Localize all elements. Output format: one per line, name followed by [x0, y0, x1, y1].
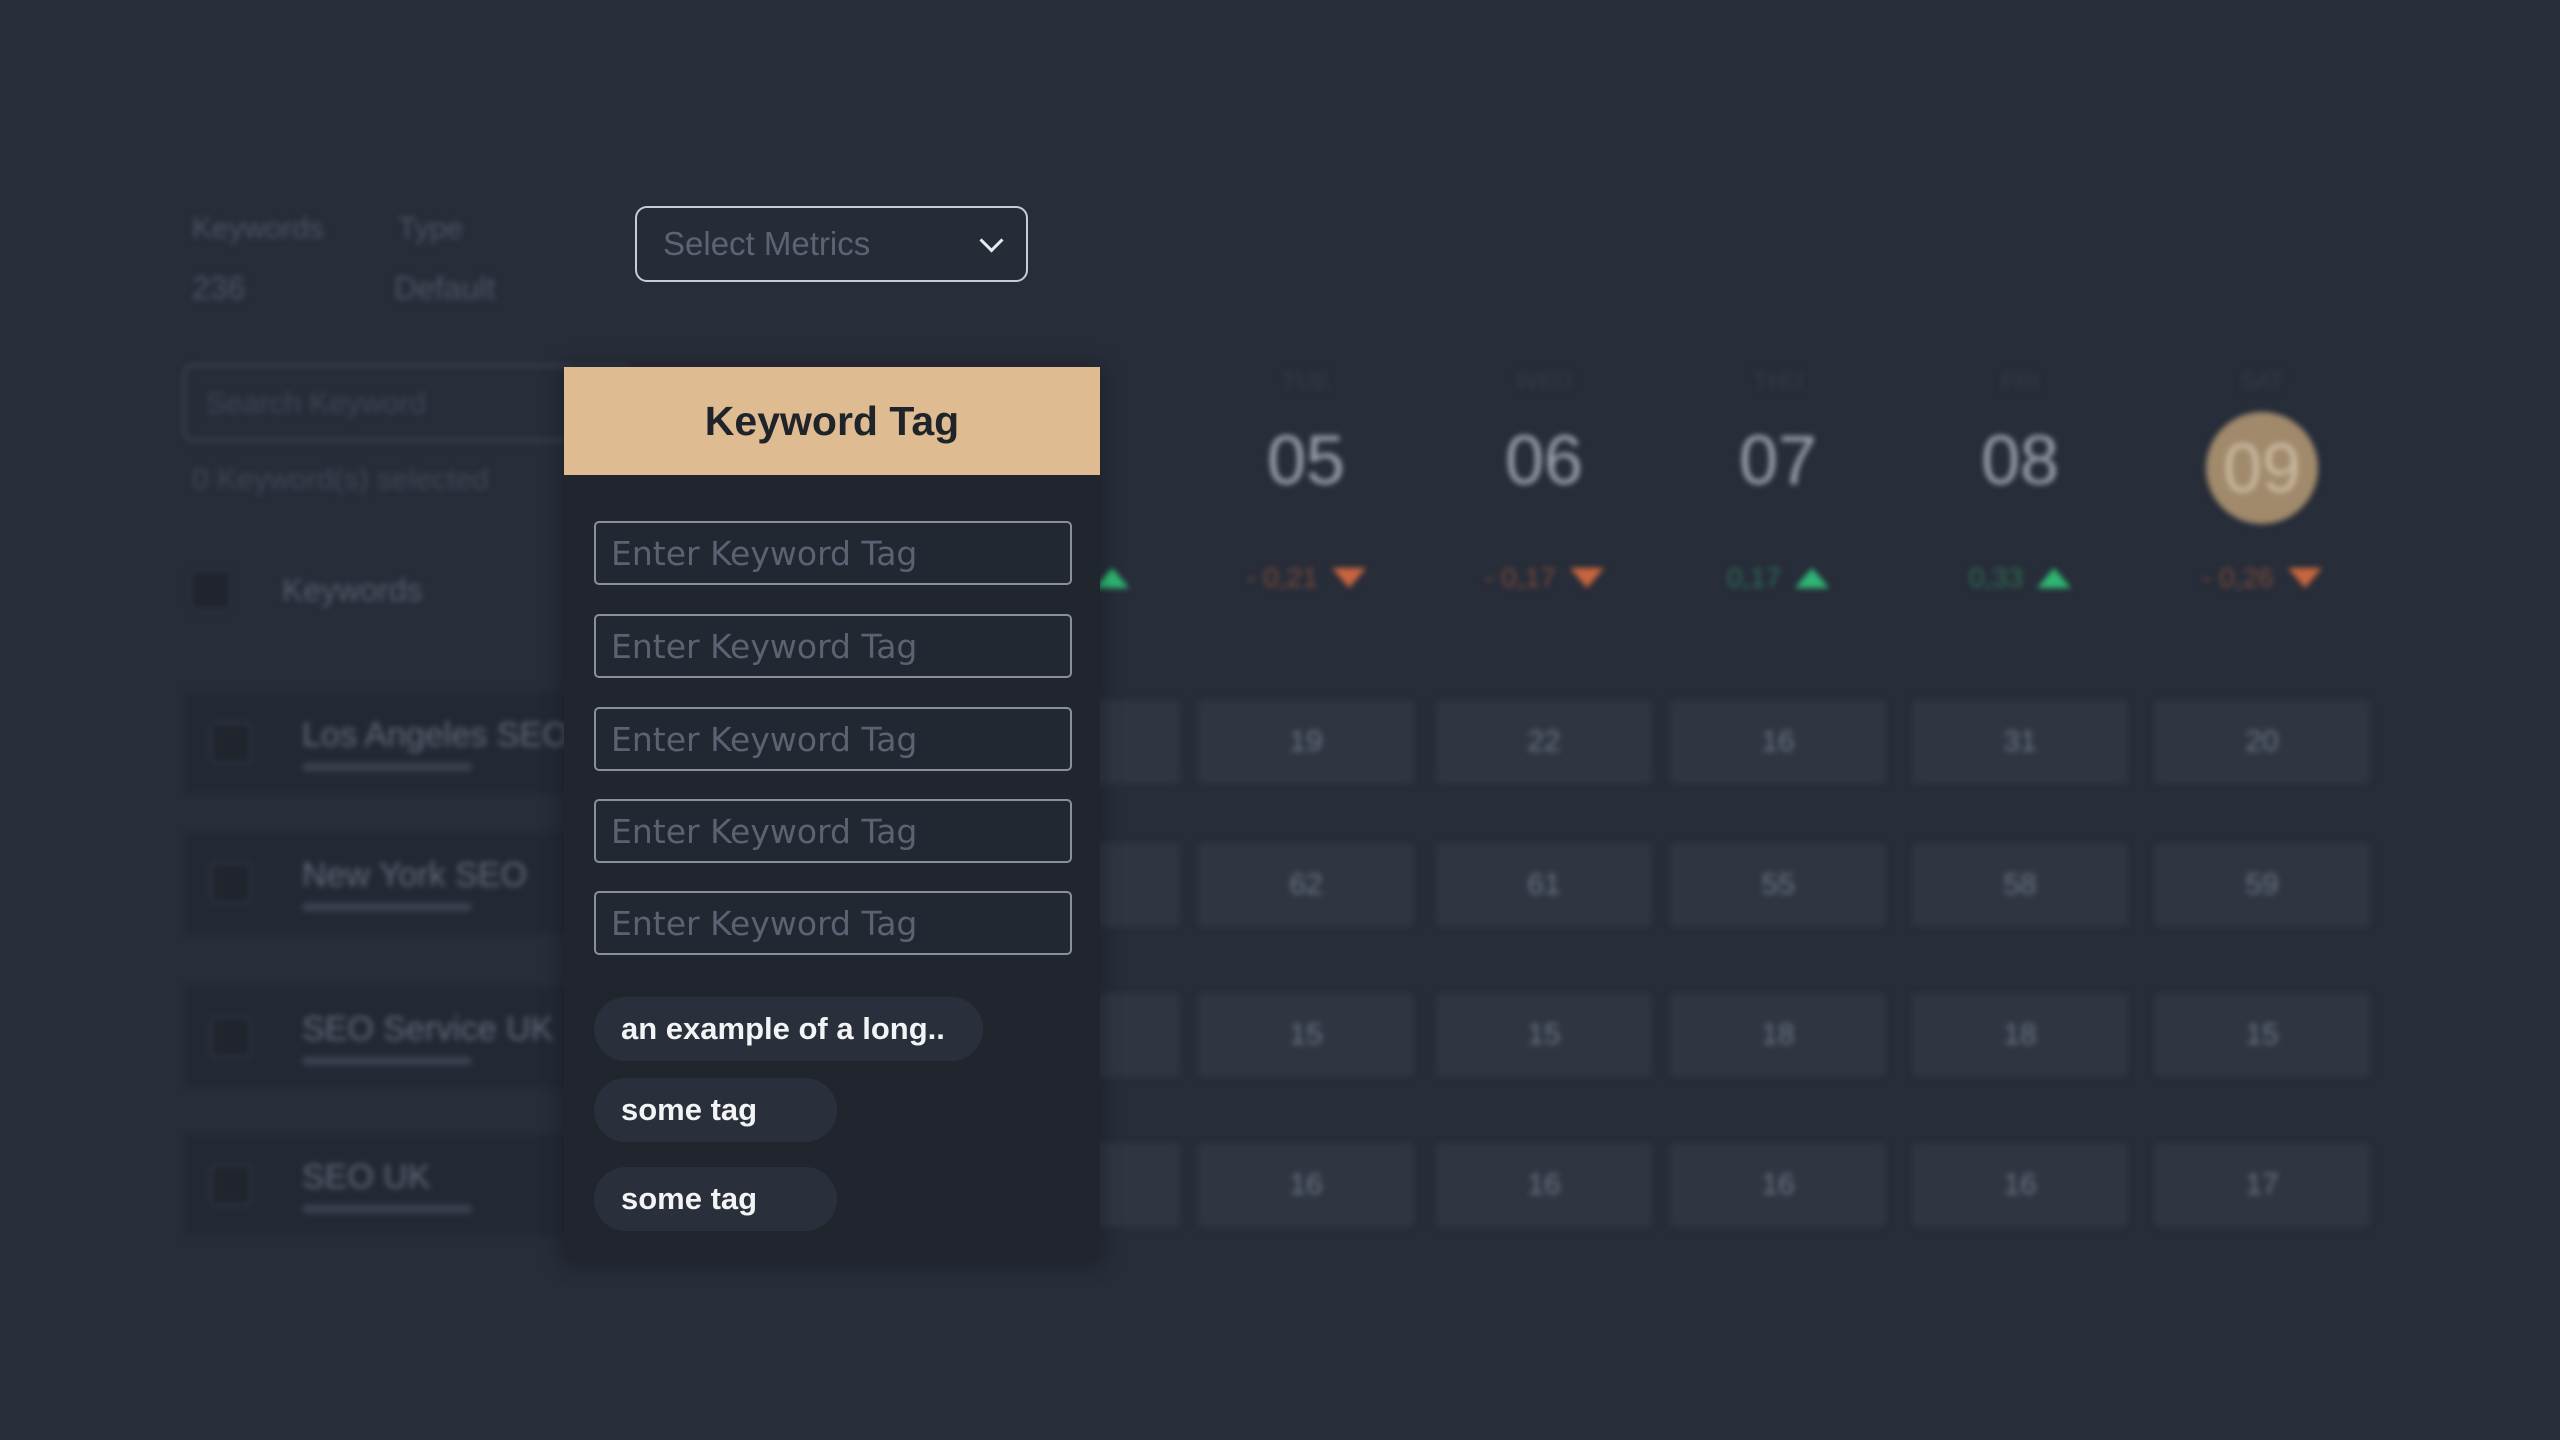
- tag-chip-label: an example of a long..: [621, 1011, 945, 1046]
- day-name: TUE: [1282, 368, 1330, 395]
- keyword-row[interactable]: SEO Service UK: [185, 987, 605, 1087]
- grid-cell[interactable]: 16: [1436, 1143, 1652, 1227]
- keyword-name: New York SEO: [302, 855, 527, 894]
- chevron-down-icon: [979, 227, 1004, 253]
- delta-value: - 0,17: [1484, 562, 1556, 593]
- day-delta: 0,17: [1678, 562, 1878, 594]
- type-label: Type: [398, 212, 464, 245]
- grid-cell[interactable]: 16: [1198, 1143, 1414, 1227]
- day-number-selected[interactable]: 09: [2206, 412, 2318, 524]
- keyword-name: SEO Service UK: [302, 1009, 554, 1048]
- keyword-row[interactable]: New York SEO: [185, 833, 605, 933]
- grid-cell[interactable]: 18: [1912, 993, 2128, 1077]
- keyword-bar: [302, 902, 472, 911]
- keyword-checkbox[interactable]: [210, 1016, 252, 1058]
- select-metrics-dropdown[interactable]: Select Metrics: [635, 206, 1028, 282]
- trend-up-icon: [1795, 568, 1830, 588]
- day-delta: - 0,21: [1206, 562, 1406, 594]
- keywords-column-header: Keywords: [190, 560, 423, 620]
- keyword-name: SEO UK: [302, 1157, 431, 1196]
- keyword-row[interactable]: SEO UK: [185, 1135, 605, 1235]
- grid-cell[interactable]: 15: [1198, 993, 1414, 1077]
- tag-chip[interactable]: an example of a long..: [594, 997, 983, 1061]
- keyword-tag-input-3[interactable]: [594, 707, 1072, 771]
- popup-title: Keyword Tag: [704, 397, 960, 444]
- day-name: THU: [1753, 368, 1803, 395]
- grid-cell[interactable]: 16: [1912, 1143, 2128, 1227]
- grid-cell[interactable]: 16: [1670, 1143, 1886, 1227]
- delta-value: 0,33: [1968, 562, 2024, 593]
- keyword-checkbox[interactable]: [210, 722, 252, 764]
- keyword-tag-input-4[interactable]: [594, 799, 1072, 863]
- keyword-tag-popup: Keyword Tag an example of a long.. some …: [564, 367, 1100, 1262]
- keyword-tag-input-2[interactable]: [594, 614, 1072, 678]
- day-delta: - 0,17: [1444, 562, 1644, 594]
- select-all-checkbox[interactable]: [190, 569, 232, 611]
- day-number[interactable]: 06: [1464, 420, 1624, 500]
- keyword-row[interactable]: Los Angeles SEO: [185, 693, 605, 793]
- keyword-checkbox[interactable]: [210, 1164, 252, 1206]
- keywords-count: 236: [192, 270, 246, 306]
- day-delta: 0,33: [1920, 562, 2120, 594]
- day-number[interactable]: 08: [1940, 420, 2100, 500]
- background-dashboard: Keywords 236 Type Default Search Keyword…: [0, 0, 2560, 1440]
- keyword-tag-input-1[interactable]: [594, 521, 1072, 585]
- grid-cell[interactable]: 19: [1198, 700, 1414, 784]
- keyword-bar: [302, 1056, 472, 1065]
- grid-cell[interactable]: 18: [1670, 993, 1886, 1077]
- keyword-name: Los Angeles SEO: [302, 715, 569, 754]
- grid-cell[interactable]: 15: [1436, 993, 1652, 1077]
- day-number[interactable]: 07: [1698, 420, 1858, 500]
- grid-cell[interactable]: 15: [2154, 993, 2370, 1077]
- keywords-header-label: Keywords: [282, 571, 423, 608]
- day-name: FRI: [2000, 368, 2040, 395]
- grid-cell[interactable]: 17: [2154, 1143, 2370, 1227]
- keyword-tag-input-5[interactable]: [594, 891, 1072, 955]
- day-name: SAT: [2239, 368, 2285, 395]
- trend-up-icon: [1095, 568, 1129, 588]
- delta-value: - 0,21: [1246, 562, 1318, 593]
- tag-chip[interactable]: some tag: [594, 1167, 837, 1231]
- grid-cell[interactable]: 59: [2154, 843, 2370, 927]
- keywords-label: Keywords: [192, 212, 324, 245]
- keyword-bar: [302, 1204, 472, 1213]
- grid-cell[interactable]: 16: [1670, 700, 1886, 784]
- day-delta: - 0,26: [2162, 562, 2362, 594]
- grid-cell[interactable]: 22: [1436, 700, 1652, 784]
- tag-chip-label: some tag: [621, 1092, 758, 1127]
- popup-header: Keyword Tag: [564, 367, 1100, 475]
- grid-cell[interactable]: 62: [1198, 843, 1414, 927]
- grid-cell[interactable]: 55: [1670, 843, 1886, 927]
- grid-cell[interactable]: 61: [1436, 843, 1652, 927]
- keyword-bar: [302, 762, 472, 771]
- tag-chip[interactable]: some tag: [594, 1078, 837, 1142]
- delta-value: 0,17: [1726, 562, 1782, 593]
- trend-down-icon: [1331, 568, 1366, 588]
- trend-up-icon: [2037, 568, 2072, 588]
- grid-cell[interactable]: 20: [2154, 700, 2370, 784]
- day-name: WED: [1516, 368, 1572, 395]
- trend-down-icon: [1569, 568, 1604, 588]
- tag-chip-label: some tag: [621, 1181, 758, 1216]
- delta-value: - 0,26: [2202, 562, 2274, 593]
- type-value: Default: [394, 270, 496, 306]
- trend-down-icon: [2287, 568, 2322, 588]
- day-number[interactable]: 05: [1226, 420, 1386, 500]
- keyword-checkbox[interactable]: [210, 862, 252, 904]
- grid-cell[interactable]: 58: [1912, 843, 2128, 927]
- select-metrics-placeholder: Select Metrics: [663, 225, 871, 262]
- selected-count: 0 Keyword(s) selected: [192, 463, 489, 496]
- grid-cell[interactable]: 31: [1912, 700, 2128, 784]
